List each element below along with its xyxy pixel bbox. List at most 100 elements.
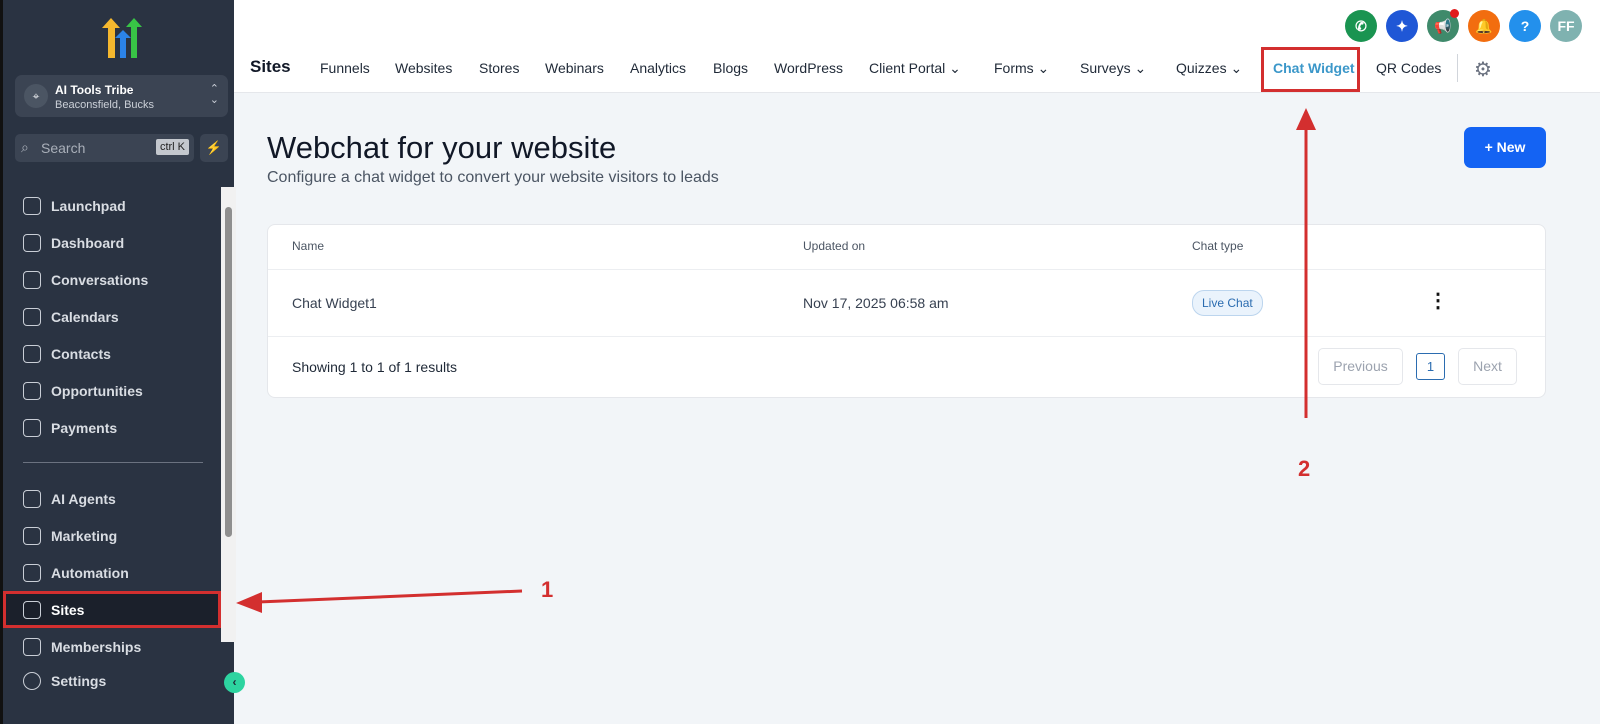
column-header-updated: Updated on bbox=[803, 239, 866, 253]
logo bbox=[102, 18, 142, 58]
sidebar-item-calendars[interactable]: Calendars bbox=[3, 298, 221, 335]
tab-stores[interactable]: Stores bbox=[479, 60, 519, 76]
sidebar-item-label: Opportunities bbox=[51, 382, 143, 399]
annotation-highlight-chat-widget bbox=[1261, 47, 1360, 92]
page-title: Webchat for your website bbox=[267, 130, 617, 165]
more-options-icon[interactable]: ⋮ bbox=[1428, 288, 1448, 313]
sidebar-item-label: Dashboard bbox=[51, 234, 125, 251]
memberships-icon bbox=[23, 637, 41, 656]
annotation-arrowhead-1 bbox=[236, 592, 262, 613]
calendar-icon bbox=[23, 307, 41, 326]
annotation-arrowhead-2 bbox=[1296, 108, 1316, 130]
tab-funnels[interactable]: Funnels bbox=[320, 60, 370, 76]
sidebar-item-label: Automation bbox=[51, 564, 129, 581]
sidebar-scrollbar[interactable] bbox=[221, 187, 236, 642]
next-button[interactable]: Next bbox=[1458, 348, 1517, 385]
tab-webinars[interactable]: Webinars bbox=[545, 60, 604, 76]
page-1-button[interactable]: 1 bbox=[1416, 353, 1445, 380]
sidebar-item-contacts[interactable]: Contacts bbox=[3, 335, 221, 372]
tab-analytics[interactable]: Analytics bbox=[630, 60, 686, 76]
search-icon: ⌕ bbox=[21, 139, 29, 155]
notification-dot bbox=[1450, 9, 1459, 18]
bolt-icon: ⚡ bbox=[205, 140, 223, 155]
phone-icon[interactable]: ✆ bbox=[1345, 10, 1377, 42]
sidebar-item-launchpad[interactable]: Launchpad bbox=[3, 187, 221, 224]
widget-name[interactable]: Chat Widget1 bbox=[292, 295, 377, 311]
search-input[interactable]: ⌕ Search ctrl K bbox=[15, 134, 194, 162]
bell-icon[interactable]: 🔔 bbox=[1468, 10, 1500, 42]
annotation-label-1: 1 bbox=[541, 577, 554, 602]
avatar[interactable]: FF bbox=[1550, 10, 1582, 42]
opportunities-icon bbox=[23, 381, 41, 400]
tab-forms[interactable]: Forms ⌄ bbox=[994, 60, 1049, 77]
tab-surveys[interactable]: Surveys ⌄ bbox=[1080, 60, 1146, 77]
grid-icon bbox=[23, 233, 41, 252]
sidebar-item-label: Payments bbox=[51, 419, 118, 436]
sidebar-item-label: Sites bbox=[51, 601, 85, 618]
table-row[interactable]: Chat Widget1 Nov 17, 2025 06:58 am Live … bbox=[268, 269, 1545, 337]
sidebar-item-label: Calendars bbox=[51, 308, 119, 325]
results-count: Showing 1 to 1 of 1 results bbox=[292, 359, 457, 375]
sidebar-item-label: Launchpad bbox=[51, 197, 126, 214]
chat-icon bbox=[23, 270, 41, 289]
divider bbox=[1457, 54, 1458, 82]
send-icon bbox=[23, 526, 41, 545]
previous-button[interactable]: Previous bbox=[1318, 348, 1403, 385]
tab-wordpress[interactable]: WordPress bbox=[774, 60, 843, 76]
sidebar-item-payments[interactable]: Payments bbox=[3, 409, 221, 446]
page-subtitle: Configure a chat widget to convert your … bbox=[267, 169, 719, 186]
ai-sparkle-icon[interactable]: ✦ bbox=[1386, 10, 1418, 42]
sidebar-item-label: AI Agents bbox=[51, 490, 116, 507]
chevron-updown-icon: ⌃ ⌄ bbox=[209, 83, 219, 106]
chat-type-badge: Live Chat bbox=[1192, 290, 1263, 316]
tab-blogs[interactable]: Blogs bbox=[713, 60, 748, 76]
help-icon[interactable]: ? bbox=[1509, 10, 1541, 42]
tab-quizzes[interactable]: Quizzes ⌄ bbox=[1176, 60, 1242, 77]
location-icon: ⌖ bbox=[24, 84, 48, 108]
scrollbar-thumb[interactable] bbox=[225, 207, 232, 537]
annotation-arrow-1 bbox=[257, 589, 523, 604]
sidebar-item-conversations[interactable]: Conversations bbox=[3, 261, 221, 298]
sidebar: ⌖ AI Tools Tribe Beaconsfield, Bucks ⌃ ⌄ … bbox=[0, 0, 245, 724]
sidebar-item-dashboard[interactable]: Dashboard bbox=[3, 224, 221, 261]
sites-icon bbox=[23, 600, 41, 619]
sparkle-icon bbox=[23, 489, 41, 508]
sidebar-item-label: Conversations bbox=[51, 271, 149, 288]
top-header: Sites Funnels Websites Stores Webinars Analy… bbox=[234, 0, 1600, 93]
sidebar-item-memberships[interactable]: Memberships bbox=[3, 628, 221, 665]
sidebar-item-sites[interactable]: Sites bbox=[3, 591, 221, 628]
account-name: AI Tools Tribe bbox=[55, 83, 134, 97]
rocket-icon bbox=[23, 196, 41, 215]
search-placeholder: Search bbox=[41, 140, 86, 156]
sidebar-item-label: Memberships bbox=[51, 638, 142, 655]
contacts-icon bbox=[23, 344, 41, 363]
column-header-name: Name bbox=[292, 239, 325, 253]
gear-icon[interactable]: ⚙ bbox=[1474, 57, 1492, 82]
updated-on: Nov 17, 2025 06:58 am bbox=[803, 295, 949, 311]
sidebar-nav: Launchpad Dashboard Conversations Calendars… bbox=[3, 187, 221, 665]
gear-icon bbox=[23, 672, 41, 690]
sidebar-item-label: Contacts bbox=[51, 345, 111, 362]
settings-label: Settings bbox=[51, 673, 107, 689]
sidebar-item-marketing[interactable]: Marketing bbox=[3, 517, 221, 554]
megaphone-icon[interactable]: 📢 bbox=[1427, 9, 1459, 42]
column-header-chat-type: Chat type bbox=[1192, 239, 1244, 253]
collapse-sidebar-button[interactable]: ‹ bbox=[224, 672, 245, 693]
sidebar-item-automation[interactable]: Automation bbox=[3, 554, 221, 591]
automation-icon bbox=[23, 563, 41, 582]
widgets-table: Name Updated on Chat type Chat Widget1 N… bbox=[267, 224, 1546, 398]
account-switcher[interactable]: ⌖ AI Tools Tribe Beaconsfield, Bucks ⌃ ⌄ bbox=[15, 75, 228, 117]
sidebar-item-opportunities[interactable]: Opportunities bbox=[3, 372, 221, 409]
search-shortcut: ctrl K bbox=[155, 139, 189, 155]
account-location: Beaconsfield, Bucks bbox=[55, 99, 155, 111]
divider bbox=[23, 462, 203, 463]
new-button[interactable]: + New bbox=[1464, 127, 1546, 168]
sidebar-item-label: Marketing bbox=[51, 527, 118, 544]
sidebar-item-settings[interactable]: Settings bbox=[23, 672, 106, 690]
tab-client-portal[interactable]: Client Portal ⌄ bbox=[869, 60, 961, 77]
tab-qr-codes[interactable]: QR Codes bbox=[1376, 60, 1441, 76]
annotation-label-2: 2 bbox=[1298, 456, 1311, 481]
sidebar-item-ai-agents[interactable]: AI Agents bbox=[3, 480, 221, 517]
quick-action-button[interactable]: ⚡ bbox=[200, 134, 228, 162]
tab-websites[interactable]: Websites bbox=[395, 60, 452, 76]
